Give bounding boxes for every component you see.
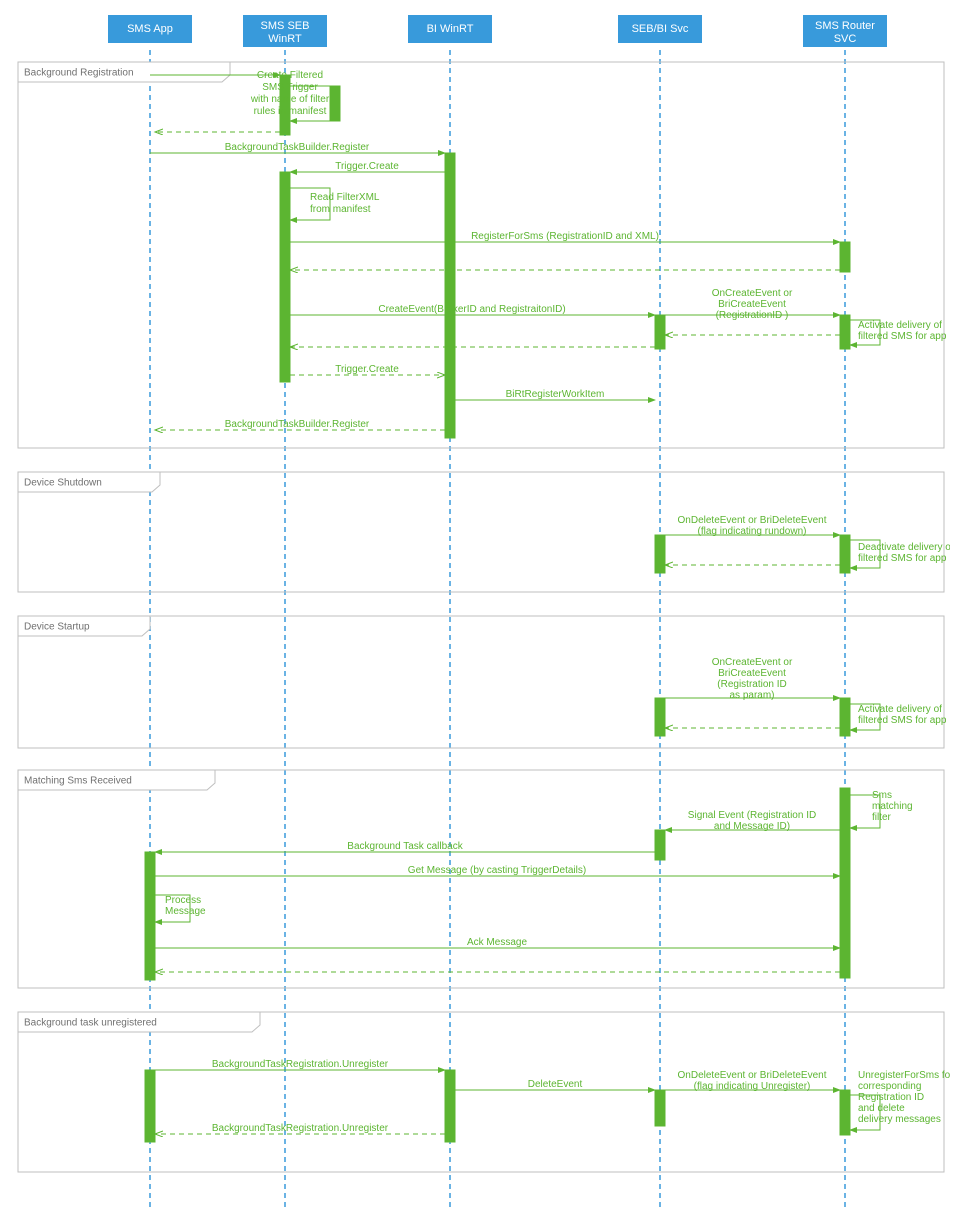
activation-bar [840,315,850,349]
msg-label: Create Filtered [257,70,323,81]
msg-label: DeleteEvent [528,1079,583,1090]
msg-label: with name of filter [250,94,330,105]
msg-label: matching [872,801,913,812]
frame-label: Device Startup [24,622,90,633]
msg-label: OnDeleteEvent or BriDeleteEvent [678,1070,827,1081]
activation-bar [840,242,850,272]
msg-label: BriCreateEvent [718,668,786,679]
frame-label: Background task unregistered [24,1018,157,1029]
msg-label: rules in manifest [254,106,327,117]
msg-label: and Message ID) [714,821,790,832]
activation-bar [655,1090,665,1126]
msg-label: OnCreateEvent or [712,288,793,299]
frame-device-startup [18,616,944,748]
msg-label: filtered SMS for app [858,331,947,342]
msg-label: Get Message (by casting TriggerDetails) [408,865,586,876]
frame-matching-sms [18,770,944,988]
msg-label: BackgroundTaskBuilder.Register [225,142,370,153]
msg-label: and delete [858,1103,905,1114]
activation-bar [655,315,665,349]
msg-label: Registration ID [858,1092,924,1103]
msg-label: BriCreateEvent [718,299,786,310]
msg-label: (Registration ID [717,679,786,690]
msg-label: Trigger.Create [335,364,399,375]
msg-label: filtered SMS for app [858,553,947,564]
frame-label: Matching Sms Received [24,776,132,787]
activation-bar [840,1090,850,1135]
participant-sms-app: SMS App [108,15,192,43]
activation-bar [655,830,665,860]
participant-sms-router: SMS Router SVC [803,15,887,47]
msg-label: delivery messages [858,1114,941,1125]
msg-label: BackgroundTaskRegistration.Unregister [212,1123,389,1134]
sequence-diagram: SMS App SMS SEB WinRT BI WinRT SEB/BI Sv… [10,10,950,1210]
msg-label: OnDeleteEvent or BriDeleteEvent [678,515,827,526]
participant-bi-winrt: BI WinRT [408,15,492,43]
msg-label: Background Task callback [347,841,463,852]
participant-label: BI WinRT [427,23,474,35]
msg-label: corresponding [858,1081,921,1092]
frame-label: Background Registration [24,68,134,79]
msg-label: Activate delivery of [858,320,942,331]
activation-bar [655,698,665,736]
activation-bar [840,698,850,736]
msg-label: (flag indicating Unregister) [694,1081,811,1092]
msg-label: Signal Event (Registration ID [688,810,816,821]
msg-label: Message [165,906,206,917]
msg-label: (RegistrationID ) [716,310,789,321]
activation-bar [280,172,290,382]
msg-label: Read FilterXML [310,192,380,203]
msg-label: Activate delivery of [858,704,942,715]
msg-label: Sms [872,790,892,801]
msg-label: RegisterForSms (RegistrationID and XML) [471,231,659,242]
activation-bar [330,86,340,121]
participant-label: SMS SEB [261,20,310,32]
msg-label: Process [165,895,201,906]
activation-bar [445,153,455,438]
participant-label: SMS App [127,23,173,35]
participant-label: SMS Router [815,20,875,32]
participant-sms-seb: SMS SEB WinRT [243,15,327,47]
msg-label: SMS Trigger [262,82,318,93]
msg-label: BackgroundTaskBuilder.Register [225,419,370,430]
msg-label: OnCreateEvent or [712,657,793,668]
activation-bar [840,535,850,573]
activation-bar [655,535,665,573]
msg-label: (flag indicating rundown) [698,526,807,537]
msg-label: CreateEvent(BrokerID and RegistraitonID) [378,304,565,315]
activation-bar [145,1070,155,1142]
msg-label: filtered SMS for app [858,715,947,726]
activation-bar [840,788,850,978]
participant-label: SEB/BI Svc [632,23,689,35]
frame-label: Device Shutdown [24,478,102,489]
frame-bg-unregistered [18,1012,944,1172]
activation-bar [145,852,155,980]
participant-seb-bi-svc: SEB/BI Svc [618,15,702,43]
participant-label: SVC [834,33,857,45]
msg-label: filter [872,812,892,823]
activation-bar [445,1070,455,1142]
msg-label: as param) [729,690,774,701]
msg-label: BackgroundTaskRegistration.Unregister [212,1059,389,1070]
msg-label: BiRtRegisterWorkItem [506,389,605,400]
msg-label: UnregisterForSms for [858,1070,950,1081]
participant-label: WinRT [268,33,302,45]
msg-label: Trigger.Create [335,161,399,172]
msg-label: Ack Message [467,937,527,948]
msg-label: Deactivate delivery of [858,542,950,553]
msg-label: from manifest [310,204,371,215]
frame-background-registration [18,62,944,448]
